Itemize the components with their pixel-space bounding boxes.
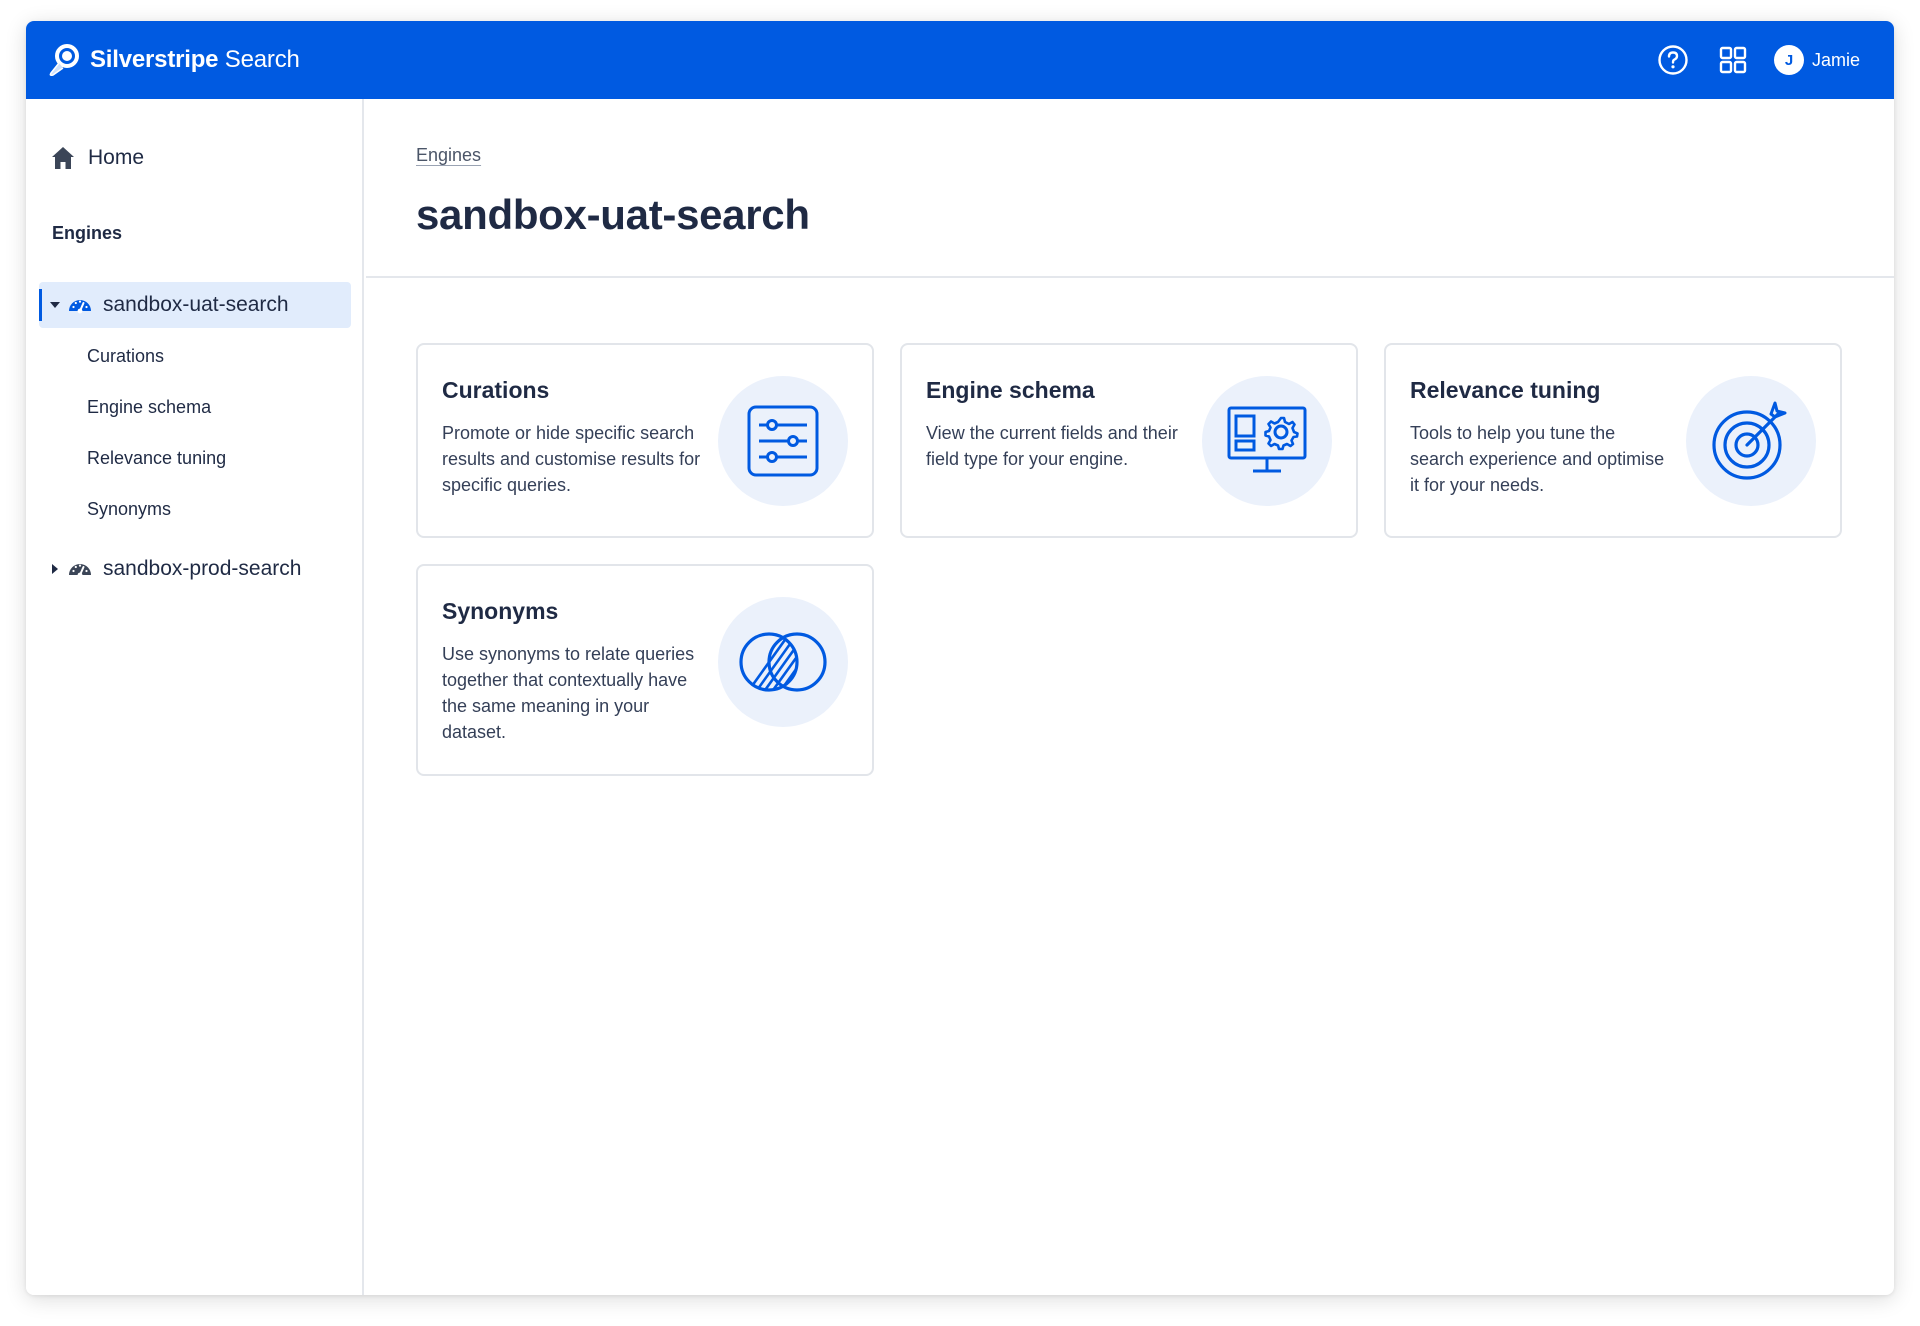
card-relevance-tuning[interactable]: Relevance tuning Tools to help you tune …: [1384, 343, 1842, 538]
speedometer-icon: [69, 300, 91, 314]
home-icon: [52, 147, 74, 169]
page-title: sandbox-uat-search: [416, 191, 810, 238]
brand-logo[interactable]: Silverstripe Search: [46, 41, 300, 79]
card-description: Tools to help you tune the search experi…: [1410, 423, 1665, 495]
card-engine-schema[interactable]: Engine schema View the current fields an…: [900, 343, 1358, 538]
card-curations[interactable]: Curations Promote or hide specific searc…: [416, 343, 874, 538]
sidebar-item-sandbox-uat-search[interactable]: sandbox-uat-search: [39, 282, 351, 328]
brand-name-light: Search: [218, 46, 300, 73]
speedometer-icon: [69, 564, 91, 578]
sidebar-item-relevance-tuning[interactable]: Relevance tuning: [87, 448, 226, 469]
user-name: Jamie: [1811, 49, 1860, 70]
sidebar-item-sandbox-prod-search[interactable]: sandbox-prod-search: [39, 546, 351, 592]
monitor-gear-icon: [1227, 406, 1307, 473]
question-circle-icon: [1658, 45, 1688, 75]
card-title: Relevance tuning: [1410, 377, 1601, 403]
home-label: Home: [88, 146, 145, 169]
card-icon-badge: [718, 376, 848, 506]
engine-label: sandbox-uat-search: [103, 293, 289, 316]
search-logo-icon: [49, 44, 79, 76]
top-bar: Silverstripe Search J Jamie: [26, 21, 1894, 99]
sliders-icon: [747, 405, 819, 477]
card-title: Engine schema: [926, 377, 1095, 403]
brand-name-bold: Silverstripe: [90, 46, 219, 73]
sidebar-item-home[interactable]: Home: [50, 145, 144, 171]
engines-section-title: Engines: [52, 223, 123, 243]
app-window: Silverstripe Search J Jamie Home Engines…: [26, 21, 1894, 1295]
card-title: Synonyms: [442, 598, 559, 624]
caret-down-icon: [50, 302, 60, 308]
main-content: Engines sandbox-uat-search Curations Pro…: [366, 99, 1894, 1295]
sidebar-item-engine-schema[interactable]: Engine schema: [87, 397, 211, 418]
sidebar-item-synonyms[interactable]: Synonyms: [87, 499, 171, 520]
card-icon-badge: [718, 597, 848, 727]
card-description: Use synonyms to relate queries together …: [442, 644, 695, 742]
sidebar-item-curations[interactable]: Curations: [87, 346, 164, 367]
breadcrumb[interactable]: Engines: [416, 145, 481, 166]
target-icon: [1712, 401, 1787, 480]
card-icon-badge: [1686, 376, 1816, 506]
card-title: Curations: [442, 377, 550, 403]
sidebar: Home Engines sandbox-uat-search Curation…: [26, 99, 364, 1295]
card-description: Promote or hide specific search results …: [442, 423, 701, 495]
card-synonyms[interactable]: Synonyms Use synonyms to relate queries …: [416, 564, 874, 776]
user-menu[interactable]: J Jamie: [1773, 45, 1860, 75]
grid-icon: [1719, 46, 1747, 74]
engine-label: sandbox-prod-search: [103, 557, 302, 580]
card-icon-badge: [1202, 376, 1332, 506]
apps-button[interactable]: [1716, 43, 1750, 77]
overlapping-circles-icon: [739, 632, 827, 692]
caret-right-icon: [52, 564, 58, 574]
card-description: View the current fields and their field …: [926, 423, 1178, 469]
avatar: J: [1773, 45, 1804, 75]
header-divider: [366, 276, 1894, 278]
help-button[interactable]: [1656, 43, 1690, 77]
